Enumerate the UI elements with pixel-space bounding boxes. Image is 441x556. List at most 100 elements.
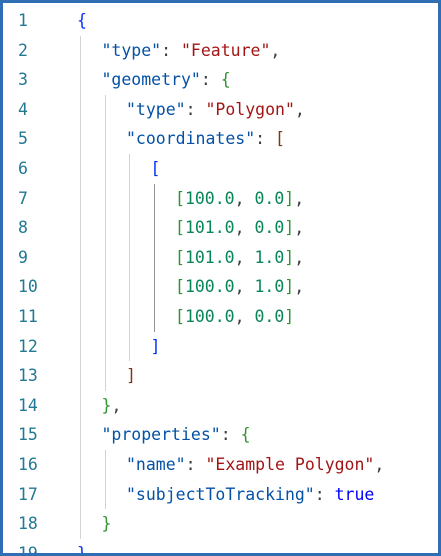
token-key: "name" — [126, 454, 186, 474]
line-number: 4 — [18, 99, 28, 119]
token-b1: } — [77, 543, 87, 556]
code-line[interactable]: 19} — [3, 539, 438, 556]
token-b3: [ — [275, 129, 285, 149]
token-b2: ] — [284, 188, 295, 208]
code-line[interactable]: 6[ — [3, 154, 438, 184]
line-content: [100.0, 0.0], — [175, 184, 304, 214]
line-content: ] — [126, 361, 136, 391]
token-b2: [ — [175, 277, 185, 297]
json-code-editor[interactable]: 1{2 "type": "Feature", 3 "geometry": {4 "typ… — [0, 0, 441, 556]
token-pun: : — [161, 40, 181, 60]
token-num: 100.0 — [184, 277, 235, 297]
token-b2: ] — [284, 247, 295, 267]
token-num: 101.0 — [184, 218, 235, 238]
token-key: "properties" — [101, 425, 221, 445]
indent-guide — [129, 154, 130, 362]
line-content: [100.0, 0.0] — [175, 302, 294, 332]
line-number: 19 — [18, 543, 38, 556]
code-line[interactable]: 3 "geometry": { — [3, 65, 438, 95]
token-str: "Example Polygon" — [205, 454, 375, 474]
token-pun: , — [294, 99, 305, 119]
token-pun: : — [185, 454, 206, 474]
line-content: "properties": { — [102, 420, 251, 450]
line-number: 1 — [18, 11, 28, 30]
code-line[interactable]: 8 [101.0, 0.0], — [3, 213, 438, 243]
token-pun: , — [294, 247, 305, 267]
line-number: 10 — [18, 277, 38, 297]
code-line[interactable]: 14}, — [3, 391, 438, 421]
line-number: 7 — [18, 188, 28, 208]
token-b2: [ — [175, 247, 185, 267]
line-content: } — [77, 539, 87, 556]
token-pun: , — [234, 277, 255, 297]
token-b3: ] — [126, 366, 136, 386]
token-b1: [ — [150, 158, 161, 178]
code-line[interactable]: 4 "type": "Polygon", — [3, 95, 438, 125]
line-content: "geometry": { — [102, 65, 231, 95]
indent-guide — [104, 94, 106, 391]
token-pun: , — [234, 306, 255, 326]
token-key: "coordinates" — [126, 129, 256, 149]
code-line[interactable]: 12] — [3, 332, 438, 362]
line-number: 13 — [18, 366, 38, 386]
token-pun: , — [294, 218, 305, 238]
line-content: }, — [102, 391, 122, 421]
line-number: 5 — [18, 129, 28, 149]
line-content: "subjectToTracking": true — [126, 480, 374, 510]
code-line[interactable]: 9 [101.0, 1.0], — [3, 243, 438, 273]
line-content: ] — [151, 332, 161, 362]
token-b2: } — [101, 395, 112, 415]
line-content: "coordinates": [ — [126, 124, 285, 154]
token-pun: , — [270, 40, 281, 60]
token-num: 0.0 — [254, 306, 285, 326]
token-b2: ] — [284, 218, 295, 238]
code-line[interactable]: 15 "properties": { — [3, 420, 438, 450]
token-str: "Feature" — [180, 40, 271, 60]
token-str: "Polygon" — [205, 99, 295, 119]
token-num: 1.0 — [254, 277, 285, 297]
code-line[interactable]: 5 "coordinates": [ — [3, 124, 438, 154]
code-line[interactable]: 16 "name": "Example Polygon", — [3, 450, 438, 480]
line-number: 6 — [18, 158, 28, 178]
line-number: 17 — [18, 484, 38, 504]
line-number: 15 — [18, 425, 38, 445]
code-line[interactable]: 13] — [3, 361, 438, 391]
token-num: 100.0 — [184, 188, 235, 208]
code-line[interactable]: 1{ — [3, 6, 438, 36]
line-content: "type": "Polygon", — [126, 95, 305, 125]
line-content: "type": "Feature", — [102, 36, 281, 66]
code-line[interactable]: 18} — [3, 509, 438, 539]
code-line[interactable]: 17 "subjectToTracking": true — [3, 480, 438, 510]
indent-guide — [80, 35, 81, 539]
token-key: "type" — [101, 40, 162, 60]
indent-guide — [153, 183, 155, 332]
code-area[interactable]: 1{2 "type": "Feature", 3 "geometry": {4 "typ… — [3, 6, 438, 556]
line-content: [101.0, 1.0], — [175, 243, 304, 273]
line-content: } — [102, 509, 112, 539]
line-content: [100.0, 1.0], — [175, 272, 304, 302]
line-number: 14 — [18, 395, 38, 415]
token-num: 1.0 — [254, 247, 285, 267]
line-number: 9 — [18, 247, 28, 267]
token-b1: ] — [150, 336, 161, 356]
token-b2: ] — [284, 277, 295, 297]
line-number: 18 — [18, 514, 38, 534]
token-b2: [ — [175, 218, 185, 238]
token-b2: { — [240, 425, 251, 445]
code-line[interactable]: 2 "type": "Feature", — [3, 36, 438, 66]
token-key: "geometry" — [101, 70, 201, 90]
token-pun: , — [234, 247, 255, 267]
token-b2: } — [101, 514, 112, 534]
line-content: { — [77, 6, 87, 36]
code-line[interactable]: 11 [100.0, 0.0] — [3, 302, 438, 332]
token-b1: { — [77, 11, 87, 30]
token-b2: { — [220, 70, 231, 90]
token-pun: , — [234, 218, 255, 238]
token-pun: : — [314, 484, 335, 504]
token-b2: [ — [175, 306, 185, 326]
code-line[interactable]: 7 [100.0, 0.0], — [3, 184, 438, 214]
code-line[interactable]: 10 [100.0, 1.0], — [3, 272, 438, 302]
token-pun: : — [200, 70, 221, 90]
token-pun: , — [111, 395, 122, 415]
line-number: 3 — [18, 70, 28, 90]
